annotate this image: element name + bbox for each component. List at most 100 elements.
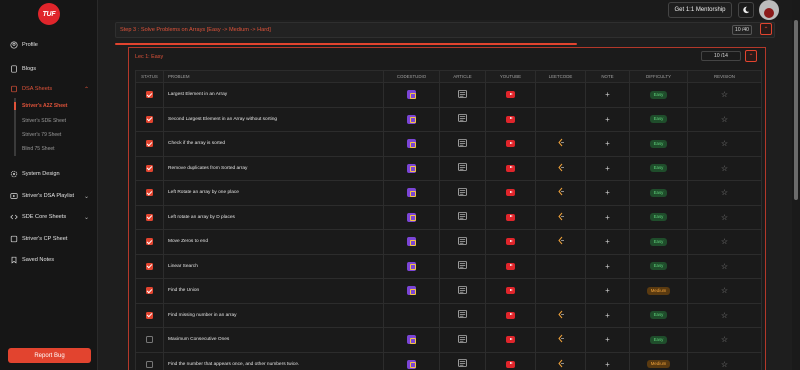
codestudio-icon[interactable] xyxy=(407,212,416,222)
add-note-icon[interactable]: + xyxy=(605,90,610,99)
status-checkbox[interactable] xyxy=(146,213,153,221)
youtube-icon[interactable] xyxy=(506,115,515,123)
status-checkbox[interactable] xyxy=(146,140,153,148)
sidebar-item-profile[interactable]: Profile xyxy=(10,40,38,50)
problem-name[interactable]: Move Zeros to end xyxy=(168,239,208,244)
status-checkbox[interactable] xyxy=(146,189,153,197)
leetcode-icon[interactable] xyxy=(557,236,565,247)
leetcode-icon[interactable] xyxy=(557,359,565,370)
status-checkbox[interactable] xyxy=(146,360,153,368)
lecture-title[interactable]: Lec 1: Easy xyxy=(135,54,163,60)
youtube-icon[interactable] xyxy=(506,336,515,344)
add-note-icon[interactable]: + xyxy=(605,139,610,148)
codestudio-icon[interactable] xyxy=(407,90,416,100)
codestudio-icon[interactable] xyxy=(407,335,416,345)
avatar[interactable] xyxy=(759,0,779,20)
leetcode-icon[interactable] xyxy=(557,138,565,149)
add-note-icon[interactable]: + xyxy=(605,237,610,246)
problem-name[interactable]: Left rotate an array by D places xyxy=(168,215,235,220)
status-checkbox[interactable] xyxy=(146,164,153,172)
status-checkbox[interactable] xyxy=(146,287,153,295)
leetcode-icon[interactable] xyxy=(557,334,565,345)
problem-name[interactable]: Second Largest Element in an Array witho… xyxy=(168,117,277,122)
youtube-icon[interactable] xyxy=(506,91,515,99)
problem-name[interactable]: Left Rotate an array by one place xyxy=(168,190,239,195)
star-icon[interactable]: ☆ xyxy=(721,335,728,344)
codestudio-icon[interactable] xyxy=(407,163,416,173)
chevron-down-icon[interactable]: ⌄ xyxy=(84,214,89,221)
lecture-collapse-button[interactable]: ⌃ xyxy=(745,50,757,62)
article-icon[interactable] xyxy=(458,285,467,296)
article-icon[interactable] xyxy=(458,114,467,124)
add-note-icon[interactable]: + xyxy=(605,164,610,173)
status-checkbox[interactable] xyxy=(146,115,153,123)
chevron-up-icon[interactable]: ⌃ xyxy=(84,86,89,93)
sidebar-item-sde-core[interactable]: SDE Core Sheets ⌄ xyxy=(10,212,89,222)
status-checkbox[interactable] xyxy=(146,262,153,270)
star-icon[interactable]: ☆ xyxy=(721,213,728,222)
star-icon[interactable]: ☆ xyxy=(721,139,728,148)
article-icon[interactable] xyxy=(458,212,467,222)
article-icon[interactable] xyxy=(458,310,467,320)
star-icon[interactable]: ☆ xyxy=(721,115,728,124)
star-icon[interactable]: ☆ xyxy=(721,237,728,246)
step-header[interactable]: Step 3 : Solve Problems on Arrays [Easy … xyxy=(115,22,775,38)
star-icon[interactable]: ☆ xyxy=(721,360,728,369)
add-note-icon[interactable]: + xyxy=(605,188,610,197)
problem-name[interactable]: Remove duplicates from Sorted array xyxy=(168,166,247,171)
sidebar-item-dsa-playlist[interactable]: Striver's DSA Playlist ⌄ xyxy=(10,191,89,201)
add-note-icon[interactable]: + xyxy=(605,311,610,320)
add-note-icon[interactable]: + xyxy=(605,262,610,271)
youtube-icon[interactable] xyxy=(506,140,515,148)
leetcode-icon[interactable] xyxy=(557,163,565,174)
add-note-icon[interactable]: + xyxy=(605,115,610,124)
tuf-logo[interactable]: TUF xyxy=(38,3,60,25)
star-icon[interactable]: ☆ xyxy=(721,188,728,197)
youtube-icon[interactable] xyxy=(506,311,515,319)
youtube-icon[interactable] xyxy=(506,213,515,221)
chevron-down-icon[interactable]: ⌄ xyxy=(84,193,89,200)
article-icon[interactable] xyxy=(458,163,467,173)
youtube-icon[interactable] xyxy=(506,189,515,197)
problem-name[interactable]: Largest Element in an Array xyxy=(168,92,227,97)
star-icon[interactable]: ☆ xyxy=(721,164,728,173)
status-checkbox[interactable] xyxy=(146,238,153,246)
youtube-icon[interactable] xyxy=(506,238,515,246)
add-note-icon[interactable]: + xyxy=(605,335,610,344)
codestudio-icon[interactable] xyxy=(407,188,416,198)
youtube-icon[interactable] xyxy=(506,262,515,270)
youtube-icon[interactable] xyxy=(506,287,515,295)
codestudio-icon[interactable] xyxy=(407,237,416,247)
article-icon[interactable] xyxy=(458,359,467,369)
step-collapse-button[interactable]: ⌃ xyxy=(760,23,772,35)
report-bug-button[interactable]: Report Bug xyxy=(8,348,91,363)
mentorship-button[interactable]: Get 1:1 Mentorship xyxy=(668,2,732,18)
star-icon[interactable]: ☆ xyxy=(721,311,728,320)
leetcode-icon[interactable] xyxy=(557,212,565,223)
codestudio-icon[interactable] xyxy=(407,359,416,369)
problem-name[interactable]: Find the Union xyxy=(168,288,199,293)
add-note-icon[interactable]: + xyxy=(605,286,610,295)
sidebar-sub-79[interactable]: Striver's 79 Sheet xyxy=(22,131,61,139)
add-note-icon[interactable]: + xyxy=(605,360,610,369)
status-checkbox[interactable] xyxy=(146,311,153,319)
leetcode-icon[interactable] xyxy=(557,310,565,321)
leetcode-icon[interactable] xyxy=(557,187,565,198)
star-icon[interactable]: ☆ xyxy=(721,262,728,271)
theme-toggle-button[interactable] xyxy=(738,2,754,18)
article-icon[interactable] xyxy=(458,187,467,198)
problem-name[interactable]: Check if the array is sorted xyxy=(168,141,225,146)
status-checkbox[interactable] xyxy=(146,336,153,344)
youtube-icon[interactable] xyxy=(506,164,515,172)
problem-name[interactable]: Linear Search xyxy=(168,264,198,269)
add-note-icon[interactable]: + xyxy=(605,213,610,222)
article-icon[interactable] xyxy=(458,236,467,247)
sidebar-item-saved-notes[interactable]: Saved Notes xyxy=(10,255,54,265)
sidebar-item-system-design[interactable]: System Design xyxy=(10,169,60,179)
article-icon[interactable] xyxy=(458,334,467,345)
codestudio-icon[interactable] xyxy=(407,261,416,271)
youtube-icon[interactable] xyxy=(506,360,515,368)
article-icon[interactable] xyxy=(458,138,467,149)
article-icon[interactable] xyxy=(458,261,467,271)
sidebar-sub-blind75[interactable]: Blind 75 Sheet xyxy=(22,145,55,153)
